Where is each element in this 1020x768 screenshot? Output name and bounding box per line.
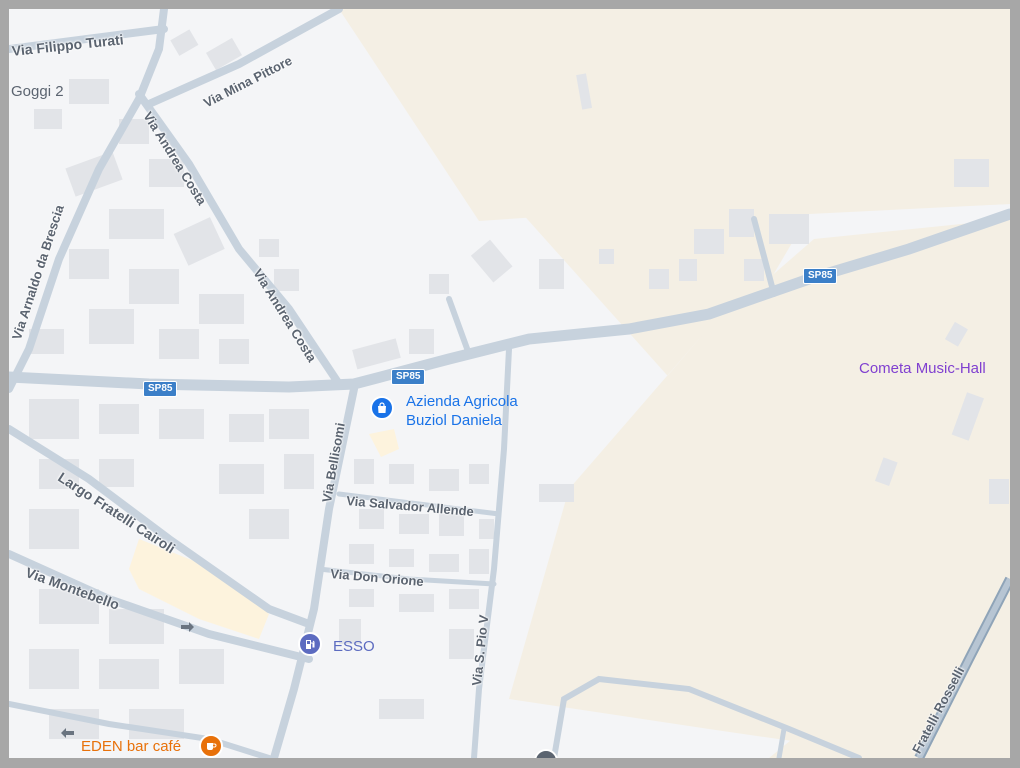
route-shield-sp85-3: SP85 [803,268,838,284]
open-field-area-upper [339,9,1010,221]
place-label-goggi: Goggi 2 [11,83,64,100]
route-shield-sp85-1: SP85 [143,381,178,397]
esso-poi-label[interactable]: ESSO [333,638,375,655]
azienda-poi-label[interactable]: Azienda Agricola Buziol Daniela [406,392,518,430]
eden-poi-label[interactable]: EDEN bar café [81,738,181,755]
filippo-turati-road [9,9,168,393]
map-canvas[interactable]: Via Filippo Turati Via Mina Pittore Via … [9,9,1010,758]
cometa-poi-label[interactable]: Cometa Music-Hall [859,360,986,377]
eden-poi-marker[interactable] [199,734,223,758]
farm-road-1 [446,296,472,357]
route-shield-sp85-2: SP85 [391,369,426,385]
gas-station-icon [306,640,315,649]
azienda-poi-marker[interactable] [370,396,394,420]
azienda-area [369,429,399,457]
esso-poi-marker[interactable] [298,632,322,656]
shopping-bag-icon [378,402,386,413]
coffee-cup-icon [207,743,217,750]
